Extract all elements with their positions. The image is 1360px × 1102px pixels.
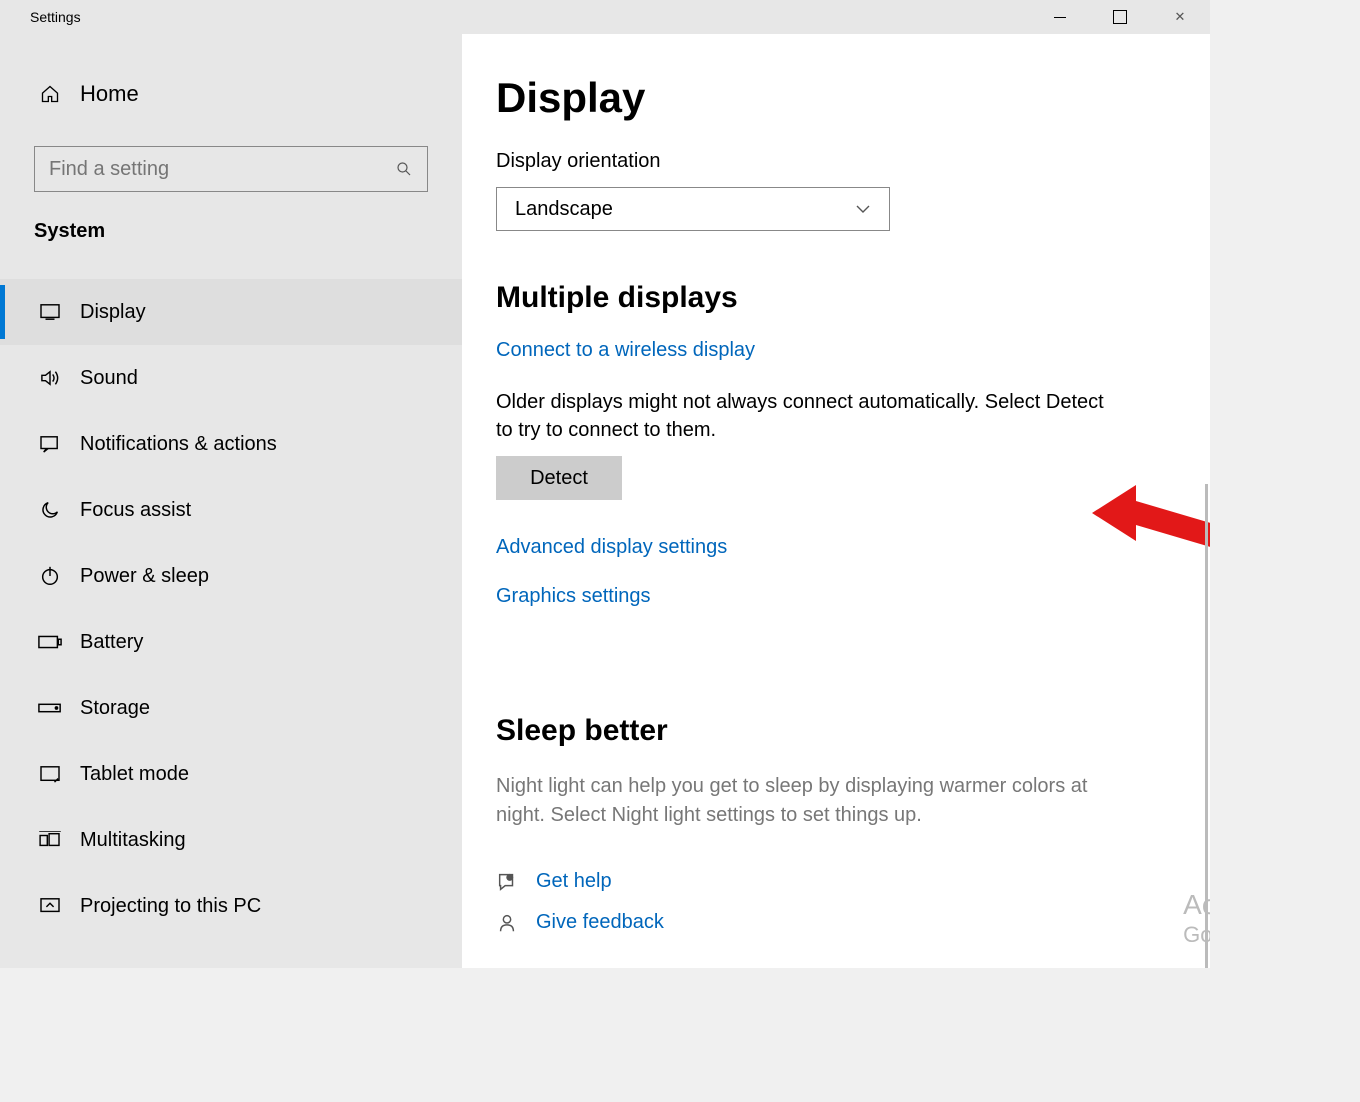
- orientation-select[interactable]: Landscape: [496, 187, 890, 231]
- titlebar: Settings ✕: [0, 0, 1210, 34]
- sidebar-item-label: Battery: [80, 631, 143, 654]
- sidebar-item-label: Display: [80, 301, 146, 324]
- storage-icon: [38, 701, 62, 715]
- sidebar-item-label: Focus assist: [80, 499, 191, 522]
- sidebar-item-label: Sound: [80, 367, 138, 390]
- wireless-display-link[interactable]: Connect to a wireless display: [496, 339, 755, 362]
- sidebar-item-label: Projecting to this PC: [80, 895, 261, 918]
- home-label: Home: [80, 81, 139, 107]
- orientation-value: Landscape: [515, 198, 613, 221]
- window-controls: ✕: [1030, 0, 1210, 34]
- detect-hint-text: Older displays might not always connect …: [496, 388, 1106, 444]
- search-input[interactable]: [49, 158, 395, 181]
- sleep-better-text: Night light can help you get to sleep by…: [496, 772, 1136, 830]
- home-icon: [38, 84, 62, 104]
- graphics-settings-link[interactable]: Graphics settings: [496, 585, 651, 608]
- advanced-display-link[interactable]: Advanced display settings: [496, 536, 727, 559]
- settings-window: Settings ✕ Home Syste: [0, 0, 1210, 968]
- detect-button[interactable]: Detect: [496, 456, 622, 500]
- sidebar-item-battery[interactable]: Battery: [0, 609, 462, 675]
- sidebar-nav: Display Sound Notifications & actions: [0, 279, 462, 939]
- svg-text:?: ?: [508, 875, 511, 880]
- maximize-button[interactable]: [1090, 0, 1150, 34]
- battery-icon: [38, 635, 62, 649]
- sleep-better-title: Sleep better: [496, 714, 1180, 748]
- project-icon: [38, 897, 62, 915]
- sidebar-item-label: Tablet mode: [80, 763, 189, 786]
- sidebar-item-focus[interactable]: Focus assist: [0, 477, 462, 543]
- give-feedback-link[interactable]: Give feedback: [536, 911, 664, 934]
- orientation-label: Display orientation: [496, 150, 1180, 173]
- sidebar: Home System Display: [0, 34, 462, 968]
- sidebar-item-label: Storage: [80, 697, 150, 720]
- close-button[interactable]: ✕: [1150, 0, 1210, 34]
- sidebar-home[interactable]: Home: [0, 64, 462, 124]
- multiple-displays-title: Multiple displays: [496, 281, 1180, 315]
- footer-links: ? Get help Give feedback: [496, 870, 1180, 934]
- tablet-icon: [38, 765, 62, 783]
- page-title: Display: [496, 74, 1180, 122]
- help-icon: ?: [496, 871, 518, 893]
- minimize-button[interactable]: [1030, 0, 1090, 34]
- content-area: Display Display orientation Landscape Mu…: [462, 34, 1210, 968]
- get-help-link[interactable]: Get help: [536, 870, 612, 893]
- sidebar-item-label: Multitasking: [80, 829, 186, 852]
- search-box[interactable]: [34, 146, 428, 192]
- sidebar-item-label: Notifications & actions: [80, 433, 277, 456]
- sidebar-item-multitasking[interactable]: Multitasking: [0, 807, 462, 873]
- sidebar-item-label: Power & sleep: [80, 565, 209, 588]
- display-icon: [38, 303, 62, 321]
- scrollbar[interactable]: [1205, 484, 1208, 968]
- sidebar-item-tablet[interactable]: Tablet mode: [0, 741, 462, 807]
- sidebar-category-label: System: [0, 220, 462, 243]
- window-title: Settings: [30, 9, 81, 25]
- notifications-icon: [38, 435, 62, 453]
- sidebar-item-storage[interactable]: Storage: [0, 675, 462, 741]
- sidebar-item-projecting[interactable]: Projecting to this PC: [0, 873, 462, 939]
- search-icon: [395, 160, 413, 178]
- sidebar-item-display[interactable]: Display: [0, 279, 462, 345]
- power-icon: [38, 565, 62, 587]
- multitask-icon: [38, 831, 62, 849]
- sidebar-item-notifications[interactable]: Notifications & actions: [0, 411, 462, 477]
- chevron-down-icon: [855, 204, 871, 214]
- feedback-icon: [496, 912, 518, 934]
- sidebar-item-sound[interactable]: Sound: [0, 345, 462, 411]
- sound-icon: [38, 369, 62, 387]
- sidebar-item-power[interactable]: Power & sleep: [0, 543, 462, 609]
- focus-icon: [38, 499, 62, 521]
